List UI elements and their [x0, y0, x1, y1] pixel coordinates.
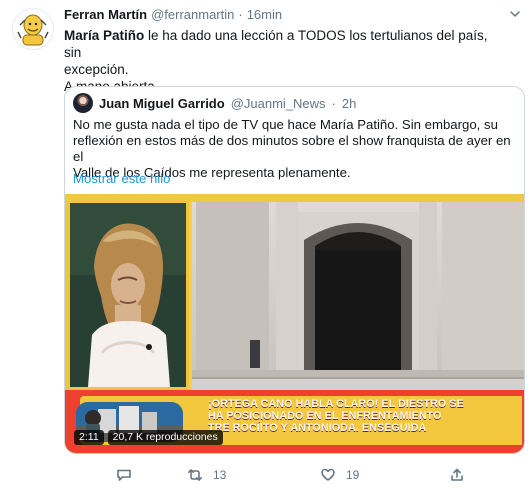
chevron-down-icon[interactable] [508, 7, 522, 21]
avatar-illustration-icon [13, 9, 53, 49]
retweet-icon [188, 469, 202, 481]
like-count: 19 [346, 468, 360, 482]
retweet-button[interactable]: 13 [187, 466, 226, 484]
header-separator: · [238, 7, 243, 22]
banner-line-2: HA POSICIONADO EN EL ENFRENTAMIENTO [208, 410, 442, 422]
author-name[interactable]: Ferran Martín [64, 7, 147, 23]
tweet-text-line-1: María Patiño le ha dado una lección a TO… [64, 27, 494, 61]
quoted-tweet-time[interactable]: 2h [342, 96, 356, 111]
tweet-text-line-2: excepción. [64, 62, 129, 77]
banner-line-1: ¡ORTEGA CANO HABLA CLARO! EL DIESTRO SE [208, 398, 464, 410]
tweet-card[interactable]: Ferran Martín @ferranmartin · 16min Marí… [0, 0, 532, 489]
tweet-text: María Patiño le ha dado una lección a TO… [64, 27, 494, 95]
tweet-body: Ferran Martín @ferranmartin · 16min Marí… [64, 7, 522, 95]
presenter-image [70, 203, 186, 387]
quoted-text-line-2: reflexión en estos más de dos minutos so… [73, 133, 511, 164]
video-player[interactable]: ¡ORTEGA CANO HABLA CLARO! EL DIESTRO SE … [65, 194, 524, 453]
retweet-count: 13 [213, 468, 227, 482]
quoted-tweet-card[interactable]: Juan Miguel Garrido @Juanmi_News · 2h No… [64, 86, 525, 454]
video-monument-frame [192, 202, 524, 390]
heart-icon [321, 468, 335, 481]
monument-image [192, 202, 524, 390]
tweet-header: Ferran Martín @ferranmartin · 16min [64, 7, 522, 23]
share-icon [451, 468, 463, 481]
video-views: 20,7 K reproducciones [107, 430, 223, 445]
banner-text: ¡ORTEGA CANO HABLA CLARO! EL DIESTRO SE … [208, 398, 508, 434]
show-thread-link[interactable]: Mostrar este hilo [73, 171, 170, 186]
quoted-author-name[interactable]: Juan Miguel Garrido [99, 96, 225, 111]
quoted-text-line-1: No me gusta nada el tipo de TV que hace … [73, 117, 498, 132]
share-button[interactable] [449, 466, 465, 484]
quoted-avatar[interactable] [73, 93, 93, 113]
banner-line-3: TRE ROCÍITO Y ANTONIODA. ENSEGUIDA [208, 422, 427, 434]
video-top-band [65, 194, 524, 202]
tweet-mention-name: María Patiño [64, 28, 145, 43]
quoted-author-handle[interactable]: @Juanmi_News [231, 96, 326, 111]
video-overlay-stats: 2:11 20,7 K reproducciones [74, 430, 223, 445]
tweet-time[interactable]: 16min [247, 7, 282, 23]
author-handle[interactable]: @ferranmartin [151, 7, 234, 23]
reply-button[interactable] [116, 466, 132, 484]
quoted-tweet-header: Juan Miguel Garrido @Juanmi_News · 2h [73, 93, 356, 113]
quoted-header-separator: · [331, 95, 336, 111]
video-person-frame [70, 203, 186, 387]
like-button[interactable]: 19 [320, 466, 359, 484]
tweet-actions: 13 19 [116, 466, 463, 484]
reply-icon [117, 469, 131, 481]
avatar[interactable] [12, 8, 54, 50]
video-duration: 2:11 [74, 430, 104, 445]
